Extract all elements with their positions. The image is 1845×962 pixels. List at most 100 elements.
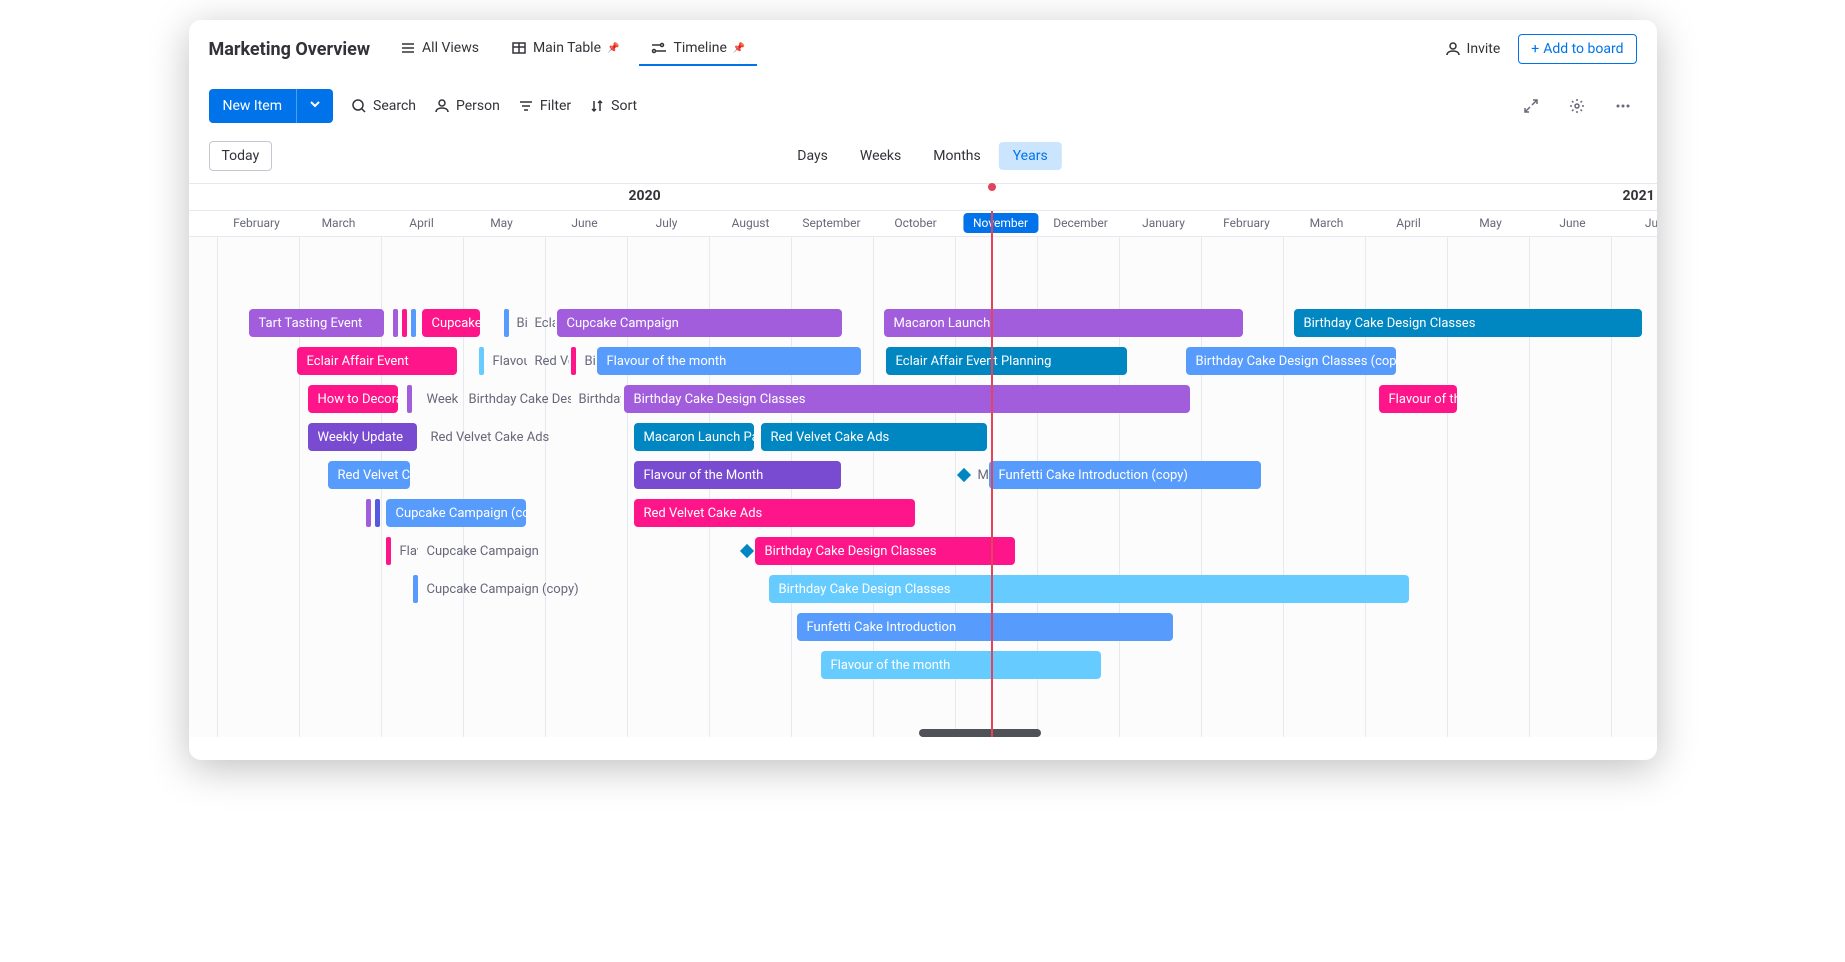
timeline-bar[interactable]: Cupcake Campaign (copy	[386, 499, 526, 527]
plus-icon: +	[1531, 41, 1539, 57]
month-label[interactable]: February	[1223, 216, 1270, 230]
timeline-bar-overflow-label[interactable]: Flav	[394, 537, 418, 565]
timeline-bar-collapsed[interactable]	[411, 309, 416, 337]
timeline-bar[interactable]: Birthday Cake Design Classes (copy)	[1186, 347, 1396, 375]
timeline-bar[interactable]: Macaron Launch	[884, 309, 1243, 337]
milestone-diamond[interactable]	[956, 468, 970, 482]
timeline-bar[interactable]: Cupcake Campaign	[557, 309, 842, 337]
timeline-bar[interactable]: Tart Tasting Event	[249, 309, 384, 337]
month-label[interactable]: March	[1310, 216, 1344, 230]
timeline-bar[interactable]: Flavour of the month	[821, 651, 1101, 679]
now-dot	[988, 183, 996, 191]
timeline-grid[interactable]: Tart Tasting EventCupcakeBirEclaiCupcake…	[189, 237, 1657, 737]
timeline-bar-overflow-label[interactable]: Bir	[579, 347, 595, 375]
timeline-bar-collapsed[interactable]	[366, 499, 371, 527]
timeline-bar[interactable]: Eclair Affair Event Planning	[886, 347, 1127, 375]
timeline-bar[interactable]: Red Velvet Cake Ads	[634, 499, 915, 527]
fullscreen-button[interactable]	[1517, 92, 1545, 120]
zoom-days[interactable]: Days	[783, 142, 842, 170]
month-label[interactable]: June	[1559, 216, 1585, 230]
view-timeline[interactable]: Timeline 📌	[639, 32, 757, 66]
timeline-bar[interactable]: Weekly Update	[308, 423, 417, 451]
timeline-bar-overflow-label[interactable]: Ma	[972, 461, 988, 489]
timeline-bar[interactable]: Birthday Cake Design Classes	[1294, 309, 1642, 337]
month-label[interactable]: July	[656, 216, 678, 230]
timeline-bar[interactable]: Birthday Cake Design Classes	[624, 385, 1190, 413]
timeline-bar-overflow-label[interactable]: Birthday Cake Desig	[463, 385, 571, 413]
settings-button[interactable]	[1563, 92, 1591, 120]
timeline-bar[interactable]: Flavour of the Month	[634, 461, 841, 489]
view-label: Timeline	[673, 40, 726, 56]
search-button[interactable]: Search	[351, 98, 416, 114]
invite-button[interactable]: Invite	[1435, 35, 1511, 63]
month-label[interactable]: May	[1479, 216, 1502, 230]
timeline-bar-collapsed[interactable]	[386, 537, 391, 565]
timeline-bar-collapsed[interactable]	[413, 575, 418, 603]
month-label[interactable]: March	[322, 216, 356, 230]
month-label[interactable]: August	[732, 216, 770, 230]
today-button[interactable]: Today	[209, 141, 273, 171]
month-label[interactable]: June	[571, 216, 597, 230]
timeline-bar[interactable]: Birthday Cake Design Classes	[769, 575, 1409, 603]
scroll-thumb[interactable]	[919, 729, 1041, 737]
timeline-bar[interactable]: Funfetti Cake Introduction	[797, 613, 1173, 641]
timeline-bar-overflow-label[interactable]: Weekl	[421, 385, 459, 413]
month-label[interactable]: April	[409, 216, 433, 230]
milestone-diamond[interactable]	[739, 544, 753, 558]
timeline-bar[interactable]: Eclair Affair Event	[297, 347, 457, 375]
timeline-bar[interactable]: Funfetti Cake Introduction (copy)	[989, 461, 1261, 489]
add-to-board-button[interactable]: + Add to board	[1518, 34, 1636, 64]
timeline-bar[interactable]: Red Velvet Cake Ads	[761, 423, 987, 451]
header: Marketing Overview All Views Main Table …	[189, 20, 1657, 79]
timeline-bar-overflow-label[interactable]: Birthday	[573, 385, 621, 413]
timeline-bar-overflow-label[interactable]: Red Ve	[529, 347, 569, 375]
new-item-label[interactable]: New Item	[209, 91, 297, 121]
month-label[interactable]: September	[802, 216, 860, 230]
month-label[interactable]: Ju	[1645, 216, 1657, 230]
timeline-bar-collapsed[interactable]	[375, 499, 380, 527]
timeline-bar[interactable]: Flavour of the month	[597, 347, 861, 375]
timeline-bar[interactable]: How to Decora	[308, 385, 398, 413]
timeline-bar[interactable]: Birthday Cake Design Classes	[755, 537, 1015, 565]
more-button[interactable]	[1609, 92, 1637, 120]
now-indicator	[991, 211, 993, 737]
month-label[interactable]: October	[894, 216, 936, 230]
person-filter-button[interactable]: Person	[434, 98, 500, 114]
month-label[interactable]: December	[1053, 216, 1108, 230]
month-label[interactable]: May	[490, 216, 513, 230]
board-title[interactable]: Marketing Overview	[209, 39, 371, 60]
month-label[interactable]: April	[1396, 216, 1420, 230]
new-item-dropdown[interactable]	[296, 89, 333, 123]
view-label: Main Table	[533, 40, 601, 56]
zoom-months[interactable]: Months	[919, 142, 994, 170]
timeline-bar-overflow-label[interactable]: Cupcake Campaign	[421, 537, 551, 565]
month-label[interactable]: November	[963, 213, 1038, 233]
timeline-bar[interactable]: Flavour of the	[1379, 385, 1457, 413]
timeline-bar-collapsed[interactable]	[504, 309, 509, 337]
zoom-years[interactable]: Years	[999, 142, 1062, 170]
search-label: Search	[373, 98, 416, 114]
view-main-table[interactable]: Main Table 📌	[499, 32, 632, 66]
table-icon	[511, 40, 527, 56]
month-label[interactable]: January	[1142, 216, 1185, 230]
timeline-bar-overflow-label[interactable]: Bir	[511, 309, 527, 337]
timeline-bar-collapsed[interactable]	[571, 347, 576, 375]
timeline-bar-collapsed[interactable]	[407, 385, 412, 413]
timeline-bar-collapsed[interactable]	[402, 309, 407, 337]
timeline-bar-collapsed[interactable]	[393, 309, 398, 337]
timeline-bar-collapsed[interactable]	[479, 347, 484, 375]
timeline-bar[interactable]: Red Velvet Ca	[328, 461, 410, 489]
month-label[interactable]: February	[233, 216, 280, 230]
filter-button[interactable]: Filter	[518, 98, 571, 114]
timeline-bar-overflow-label[interactable]: Cupcake Campaign (copy)	[421, 575, 581, 603]
timeline-bar[interactable]: Cupcake	[422, 309, 480, 337]
timeline-bar-overflow-label[interactable]: Flavou	[487, 347, 527, 375]
pin-icon: 📌	[607, 43, 619, 54]
zoom-weeks[interactable]: Weeks	[846, 142, 915, 170]
new-item-button[interactable]: New Item	[209, 89, 334, 123]
timeline-bar[interactable]: Macaron Launch Pa	[634, 423, 754, 451]
view-all-views[interactable]: All Views	[388, 32, 491, 66]
timeline-bar-overflow-label[interactable]: Eclai	[529, 309, 555, 337]
sort-button[interactable]: Sort	[589, 98, 637, 114]
timeline-bar-overflow-label[interactable]: Red Velvet Cake Ads	[425, 423, 563, 451]
